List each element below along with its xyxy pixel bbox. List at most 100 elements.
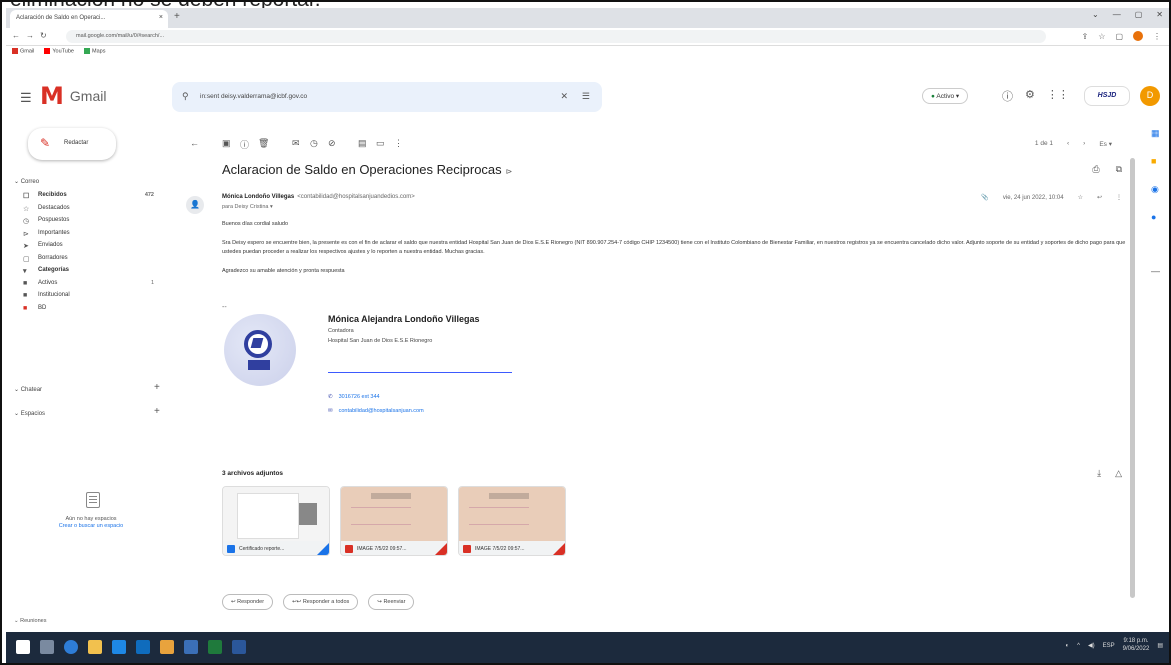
labels-icon[interactable]: ▭ bbox=[376, 138, 385, 149]
add-to-drive-icon[interactable]: △ bbox=[1115, 468, 1122, 479]
volume-icon[interactable]: ◀) bbox=[1088, 642, 1095, 649]
sidebar-item-categories[interactable]: ▾ Categorías bbox=[20, 267, 170, 280]
mark-unread-icon[interactable]: ✉ bbox=[292, 138, 300, 149]
word-icon[interactable] bbox=[184, 640, 198, 654]
close-window-button[interactable]: ✕ bbox=[1156, 10, 1163, 19]
new-tab-button[interactable]: + bbox=[174, 11, 180, 22]
back-icon[interactable]: ← bbox=[12, 31, 20, 40]
download-all-icon[interactable]: ⤓ bbox=[1097, 468, 1101, 479]
chrome-menu-icon[interactable]: ⋮ bbox=[1153, 32, 1161, 41]
important-marker-icon[interactable]: ⊳ bbox=[506, 167, 513, 176]
move-to-icon[interactable]: ▤ bbox=[358, 138, 367, 149]
gmail-logo[interactable]: M Gmail bbox=[40, 84, 106, 108]
attachment-card[interactable]: IMAGE 7/5/22 09:57... bbox=[340, 486, 448, 556]
compose-button[interactable]: ✎ Redactar bbox=[28, 128, 116, 160]
create-space-link[interactable]: Crear o buscar un espacio bbox=[36, 523, 146, 529]
sender-name[interactable]: Mónica Londoño Villegas bbox=[222, 194, 294, 200]
more-options-icon[interactable]: ⋮ bbox=[394, 138, 403, 149]
settings-gear-icon[interactable]: ⚙ bbox=[1025, 88, 1035, 104]
tray-arrow-icon[interactable]: ^ bbox=[1077, 643, 1080, 649]
excel-icon[interactable] bbox=[208, 640, 222, 654]
sidebar-item-inbox[interactable]: ☐ Recibidos 472 bbox=[20, 192, 170, 205]
status-selector[interactable]: ● Activo ▾ bbox=[922, 88, 969, 104]
sidebar-item-snoozed[interactable]: ◷ Pospuestos bbox=[20, 217, 170, 230]
main-menu-icon[interactable]: ☰ bbox=[20, 90, 32, 106]
windows-start-icon[interactable] bbox=[16, 640, 30, 654]
sidebar-item-starred[interactable]: ☆ Destacados bbox=[20, 205, 170, 218]
search-icon[interactable]: ⚲ bbox=[182, 91, 189, 102]
help-icon[interactable]: ⓘ bbox=[1002, 88, 1013, 104]
reply-all-button[interactable]: ↩↩ Responder a todos bbox=[283, 594, 359, 610]
forward-button[interactable]: ↪ Reenviar bbox=[368, 594, 415, 610]
url-input[interactable]: mail.google.com/mail/u/0/#search/... bbox=[66, 30, 1046, 43]
reply-icon[interactable]: ↩ bbox=[1097, 194, 1102, 201]
network-icon[interactable]: ◐ bbox=[1066, 643, 1070, 649]
search-options-icon[interactable]: ☰ bbox=[582, 91, 590, 102]
extensions-icon[interactable]: ▢ bbox=[1115, 32, 1123, 41]
language-selector[interactable]: Es ▾ bbox=[1099, 140, 1112, 148]
org-badge[interactable]: HSJD bbox=[1084, 86, 1130, 106]
clock[interactable]: 9:18 p.m. 9/06/2022 bbox=[1123, 638, 1150, 654]
sidebar-item-important[interactable]: ⊳ Importantes bbox=[20, 230, 170, 243]
bookmark-star-icon[interactable]: ☆ bbox=[1098, 32, 1105, 41]
file-explorer-icon[interactable] bbox=[88, 640, 102, 654]
task-view-icon[interactable] bbox=[40, 640, 54, 654]
contacts-icon[interactable]: ● bbox=[1151, 212, 1156, 222]
attachment-card[interactable]: Certificado reporte... bbox=[222, 486, 330, 556]
tab-close-icon[interactable]: × bbox=[159, 14, 163, 21]
add-task-icon[interactable]: ⊘ bbox=[328, 138, 336, 149]
chat-section-header[interactable]: ⌄ Chatear bbox=[14, 386, 42, 393]
open-new-window-icon[interactable]: ⧉ bbox=[1116, 164, 1122, 175]
next-page-icon[interactable]: › bbox=[1083, 140, 1085, 148]
sidebar-item-institucional[interactable]: ■ Institucional bbox=[20, 292, 170, 305]
get-addons-icon[interactable]: — bbox=[1151, 266, 1160, 276]
account-avatar[interactable]: D bbox=[1140, 86, 1160, 106]
reload-icon[interactable]: ↻ bbox=[40, 31, 47, 40]
notifications-icon[interactable]: ▤ bbox=[1157, 642, 1163, 649]
browser-tab[interactable]: Aclaración de Saldo en Operaci... × bbox=[10, 10, 168, 28]
share-icon[interactable]: ⇪ bbox=[1082, 32, 1089, 41]
apps-grid-icon[interactable]: ⋮⋮ bbox=[1047, 88, 1069, 104]
sidebar-item-bd[interactable]: ■ BD bbox=[20, 305, 170, 318]
attachment-card[interactable]: IMAGE 7/5/22 09:57... bbox=[458, 486, 566, 556]
bookmark-youtube[interactable]: YouTube bbox=[44, 48, 74, 56]
print-icon[interactable]: ⎙ bbox=[1092, 164, 1099, 175]
chrome-icon[interactable] bbox=[160, 640, 174, 654]
signature-phone[interactable]: ✆ 3016726 ext 344 bbox=[328, 394, 380, 400]
tasks-icon[interactable]: ◉ bbox=[1151, 184, 1159, 195]
back-to-list-icon[interactable]: ← bbox=[190, 138, 199, 148]
keep-icon[interactable]: ■ bbox=[1151, 156, 1156, 166]
snooze-icon[interactable]: ◷ bbox=[310, 138, 318, 149]
recipient-details[interactable]: para Deisy Cristina ▾ bbox=[222, 204, 273, 210]
minimize-button[interactable]: — bbox=[1113, 10, 1121, 19]
profile-icon[interactable] bbox=[1133, 31, 1143, 41]
report-spam-icon[interactable]: ⓘ bbox=[240, 138, 249, 151]
tab-search-icon[interactable]: ⌄ bbox=[1092, 10, 1099, 19]
calendar-icon[interactable]: ▦ bbox=[1151, 128, 1160, 139]
mail-app-icon[interactable] bbox=[136, 640, 150, 654]
sidebar-item-activos[interactable]: ■ Activos 1 bbox=[20, 280, 170, 293]
prev-page-icon[interactable]: ‹ bbox=[1067, 140, 1069, 148]
message-more-icon[interactable]: ⋮ bbox=[1116, 194, 1122, 201]
reply-button[interactable]: ↩ Responder bbox=[222, 594, 274, 610]
meetings-section-header[interactable]: ⌄ Reuniones bbox=[14, 618, 46, 624]
delete-icon[interactable]: 🗑 bbox=[258, 138, 269, 149]
signature-email[interactable]: ✉ contabilidad@hospitalsanjuan.com bbox=[328, 408, 424, 414]
keyboard-language[interactable]: ESP bbox=[1103, 643, 1115, 649]
teams-icon[interactable] bbox=[232, 640, 246, 654]
bookmark-maps[interactable]: Maps bbox=[84, 48, 105, 56]
star-message-icon[interactable]: ☆ bbox=[1078, 194, 1083, 201]
forward-icon[interactable]: → bbox=[26, 31, 34, 40]
bookmark-gmail[interactable]: Gmail bbox=[12, 48, 34, 56]
clear-search-icon[interactable]: ✕ bbox=[560, 91, 568, 102]
maximize-button[interactable]: ▢ bbox=[1135, 10, 1143, 19]
sidebar-item-drafts[interactable]: ▢ Borradores bbox=[20, 255, 170, 268]
spaces-section-header[interactable]: ⌄ Espacios bbox=[14, 410, 45, 417]
sender-avatar[interactable]: 👤 bbox=[186, 196, 204, 214]
sidebar-item-sent[interactable]: ➤ Enviados bbox=[20, 242, 170, 255]
new-chat-plus-icon[interactable]: + bbox=[154, 382, 160, 393]
new-space-plus-icon[interactable]: + bbox=[154, 406, 160, 417]
edge-icon[interactable] bbox=[64, 640, 78, 654]
archive-icon[interactable]: ▣ bbox=[222, 138, 231, 149]
scrollbar[interactable] bbox=[1130, 158, 1135, 598]
